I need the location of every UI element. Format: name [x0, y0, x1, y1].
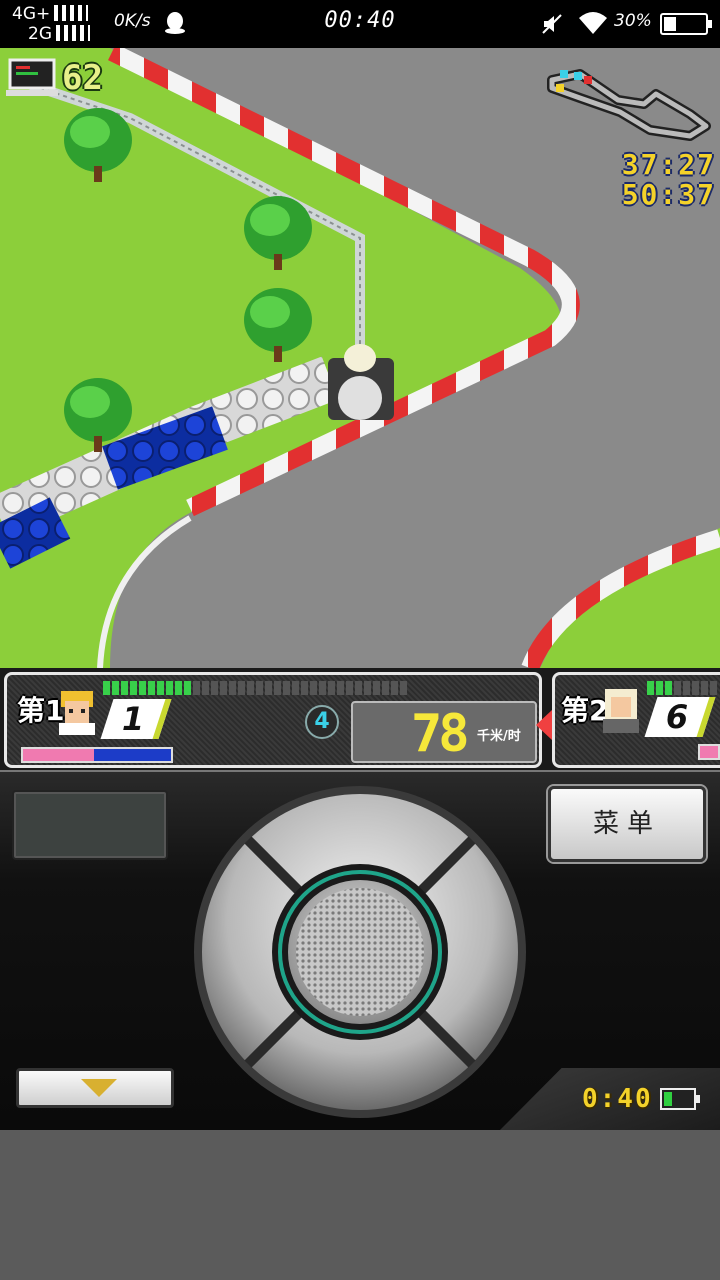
signal-icon — [54, 5, 89, 21]
network-type-primary: 4G+ — [12, 4, 51, 24]
progress-segment — [391, 681, 398, 695]
rival-panel: 第2 6 — [552, 672, 720, 768]
battery-icon — [660, 13, 712, 35]
game-battery-level — [664, 1092, 672, 1106]
progress-segment — [665, 681, 672, 695]
total-time: 50:37 — [621, 178, 716, 211]
speed-unit: 千米/时 — [477, 729, 521, 744]
rival-number: 6 — [665, 698, 689, 736]
progress-segment — [364, 681, 371, 695]
rival-number-plate: 6 — [644, 697, 716, 737]
wifi-icon — [579, 12, 607, 34]
progress-segment — [301, 681, 308, 695]
speed-value: 78 — [411, 704, 470, 764]
pit-counter: 62 — [6, 58, 103, 98]
empty-area — [0, 1130, 720, 1280]
progress-segment — [656, 681, 663, 695]
progress-segment — [373, 681, 380, 695]
progress-segment — [400, 681, 407, 695]
current-lap-time: 37:27 — [621, 148, 716, 181]
rival-avatar — [603, 689, 639, 733]
action-button-left[interactable] — [12, 790, 168, 860]
progress-segment — [157, 681, 164, 695]
status-time: 00:40 — [324, 8, 396, 33]
track-minimap[interactable] — [540, 60, 716, 150]
progress-segment — [247, 681, 254, 695]
status-bar: 4G+ 2G 0K/s 00:40 30% — [0, 0, 720, 48]
progress-segment — [148, 681, 155, 695]
data-speed: 0K/s — [114, 11, 151, 31]
progress-segment — [202, 681, 209, 695]
dpad-control[interactable] — [192, 784, 528, 1120]
progress-segment — [166, 681, 173, 695]
progress-segment — [328, 681, 335, 695]
mute-icon — [542, 14, 562, 34]
gear-indicator: 4 — [305, 705, 339, 739]
progress-segment — [265, 681, 272, 695]
progress-segment — [274, 681, 281, 695]
player-number-plate: 1 — [100, 699, 172, 739]
race-hud: 第1 1 4 78 千米/时 第2 6 — [0, 668, 720, 770]
progress-segment — [193, 681, 200, 695]
game-battery-icon — [660, 1088, 700, 1110]
qq-icon — [165, 12, 185, 34]
race-viewport[interactable]: 62 37:27 50:37 — [0, 48, 720, 668]
progress-segment — [355, 681, 362, 695]
progress-segment — [283, 681, 290, 695]
progress-segment — [674, 681, 681, 695]
boost-fill — [23, 749, 95, 761]
network-type-secondary: 2G — [28, 24, 52, 44]
menu-button[interactable]: 菜单 — [548, 786, 706, 862]
progress-segment — [130, 681, 137, 695]
progress-segment — [103, 681, 110, 695]
player-panel: 第1 1 4 78 千米/时 — [4, 672, 542, 768]
arrow-down-icon — [81, 1079, 117, 1097]
progress-segment — [346, 681, 353, 695]
touch-controller: 菜单 0:40 — [0, 770, 720, 1130]
player-progress-bar — [103, 681, 407, 695]
progress-segment — [710, 681, 717, 695]
progress-segment — [692, 681, 699, 695]
progress-segment — [112, 681, 119, 695]
rival-boost-gauge — [698, 744, 720, 760]
progress-segment — [139, 681, 146, 695]
rival-arrow-icon — [536, 710, 552, 740]
progress-segment — [184, 681, 191, 695]
progress-segment — [229, 681, 236, 695]
progress-segment — [121, 681, 128, 695]
progress-segment — [310, 681, 317, 695]
player-number: 1 — [121, 700, 145, 738]
progress-segment — [211, 681, 218, 695]
progress-segment — [701, 681, 708, 695]
game-clock-panel: 0:40 — [500, 1068, 720, 1130]
progress-segment — [292, 681, 299, 695]
network-indicator: 4G+ 2G — [12, 4, 90, 44]
progress-segment — [382, 681, 389, 695]
progress-segment — [319, 681, 326, 695]
lap-times: 37:27 50:37 — [622, 150, 716, 210]
battery-percent: 30% — [614, 11, 652, 31]
battery-level — [664, 17, 676, 31]
progress-segment — [647, 681, 654, 695]
progress-segment — [683, 681, 690, 695]
progress-segment — [238, 681, 245, 695]
rival-progress-bar — [647, 681, 717, 695]
progress-segment — [256, 681, 263, 695]
game-clock: 0:40 — [582, 1084, 653, 1114]
scroll-down-button[interactable] — [16, 1068, 174, 1108]
pit-counter-value: 62 — [62, 58, 103, 98]
signal-icon — [56, 25, 90, 41]
progress-segment — [220, 681, 227, 695]
progress-segment — [175, 681, 182, 695]
player-avatar — [59, 691, 95, 735]
progress-segment — [337, 681, 344, 695]
speedometer: 78 千米/时 — [351, 701, 537, 763]
player-boost-gauge — [21, 747, 173, 763]
monitor-icon — [6, 58, 58, 96]
